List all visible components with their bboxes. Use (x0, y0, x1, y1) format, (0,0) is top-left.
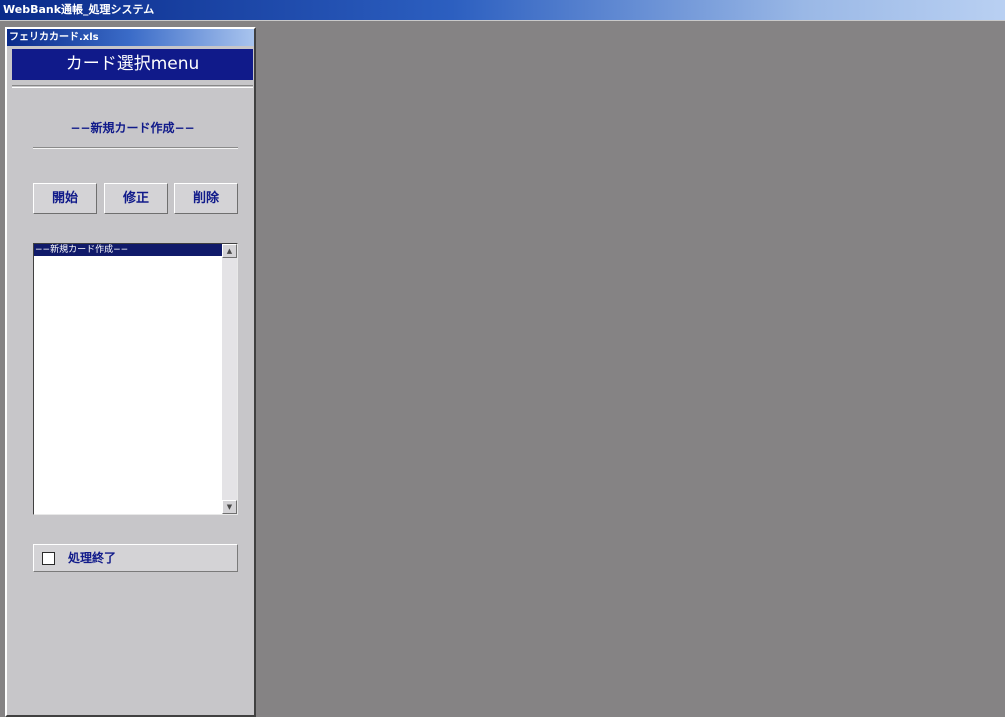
start-button[interactable]: 開始 (33, 183, 97, 214)
scroll-down-icon[interactable]: ▼ (222, 500, 237, 514)
delete-button[interactable]: 削除 (174, 183, 238, 214)
finish-processing-checkbox[interactable] (42, 552, 55, 565)
finish-processing-label: 処理終了 (68, 551, 117, 565)
edit-button[interactable]: 修正 (104, 183, 168, 214)
app-title-bar: WebBank通帳_処理システム (0, 0, 1005, 20)
list-item[interactable]: −−新規カード作成−− (34, 244, 222, 256)
menu-header: カード選択menu (12, 49, 253, 80)
mode-label: −−新規カード作成−− (70, 121, 195, 135)
card-select-panel: フェリカカード.xls カード選択menu −−新規カード作成−− 開始 修正 … (5, 27, 256, 717)
panel-title-bar: フェリカカード.xls (7, 29, 254, 46)
mode-divider (33, 147, 238, 149)
listbox-scrollbar[interactable]: ▲ ▼ (222, 244, 237, 514)
scroll-up-icon[interactable]: ▲ (222, 244, 237, 258)
card-listbox[interactable]: −−新規カード作成−− ▲ ▼ (33, 243, 238, 515)
header-divider (12, 85, 253, 88)
finish-processing-checkbox-row[interactable]: 処理終了 (33, 544, 238, 572)
